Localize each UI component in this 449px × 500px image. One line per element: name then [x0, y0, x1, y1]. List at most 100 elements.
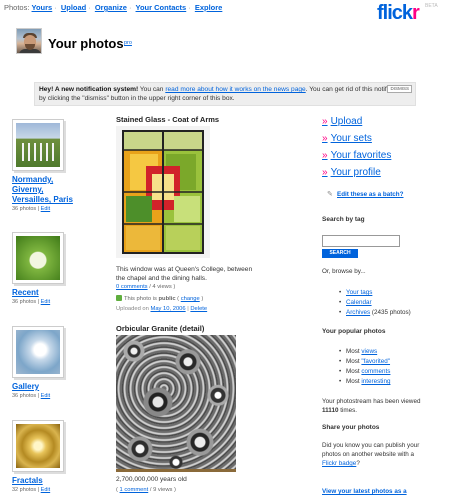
most-favorited-link[interactable]: "favorited"	[361, 358, 390, 365]
delete-link[interactable]: Delete	[190, 306, 207, 312]
browse-calendar: Calendar	[339, 299, 372, 306]
change-privacy-link[interactable]: change	[181, 296, 200, 302]
most-views-link[interactable]: views	[361, 348, 377, 355]
edit-set-link[interactable]: Edit	[41, 206, 50, 212]
edit-batch-link[interactable]: Edit these as a batch?	[337, 191, 404, 198]
set-normandy-image	[16, 123, 60, 167]
notification-heading: Hey! A new notification system!	[39, 86, 139, 93]
latest-photos-link[interactable]: View your latest photos as a	[322, 488, 407, 495]
news-page-link[interactable]: read more about how it works on the news…	[165, 86, 305, 93]
badge-row: Flickr badge?	[322, 460, 360, 467]
flickr-logo[interactable]: flickr BETA	[377, 2, 438, 25]
nav-separator: ·	[88, 3, 91, 12]
sidebar-favorites-link[interactable]: » Your favorites	[322, 150, 391, 161]
sidebar-link-label: Your favorites	[330, 150, 392, 161]
set-count: 36 photos | Edit	[12, 299, 51, 305]
set-title-line: Normandy,	[12, 175, 54, 184]
edit-batch-row: ✎ Edit these as a batch?	[327, 190, 404, 198]
popular-item: Most interesting	[339, 378, 391, 385]
nav-upload[interactable]: Upload	[61, 3, 86, 12]
most-comments-link[interactable]: comments	[361, 368, 390, 375]
photo-frame-edge	[116, 469, 236, 472]
nav-separator: ·	[188, 3, 191, 12]
public-icon	[116, 295, 122, 301]
edit-set-link[interactable]: Edit	[41, 393, 50, 399]
set-thumbnail[interactable]	[12, 232, 64, 284]
calendar-link[interactable]: Calendar	[346, 299, 372, 306]
sidebar-upload-link[interactable]: » Upload	[322, 116, 362, 127]
most-label: Most	[346, 368, 362, 375]
uploaded-label: Uploaded on	[116, 306, 151, 312]
tag-search-input[interactable]	[322, 235, 400, 247]
photo-stained-glass[interactable]	[116, 126, 210, 258]
edit-set-link[interactable]: Edit	[41, 487, 50, 493]
arrow-icon: »	[322, 116, 328, 127]
photo-title[interactable]: Stained Glass - Coat of Arms	[116, 115, 219, 124]
nav-explore[interactable]: Explore	[195, 3, 223, 12]
set-fractals-image	[16, 424, 60, 468]
photo-count: 36 photos	[12, 393, 37, 399]
most-interesting-link[interactable]: interesting	[361, 378, 390, 385]
photo-upload-info: Uploaded on May 10, 2006 | Delete	[116, 306, 208, 312]
sidebar-link-label: Upload	[330, 116, 363, 127]
set-thumbnail[interactable]	[12, 326, 64, 378]
viewed-text: Your photostream has been viewed	[322, 398, 421, 405]
flickr-badge-link[interactable]: Flickr badge	[322, 460, 356, 467]
stained-glass-image	[116, 126, 210, 258]
archives-link[interactable]: Archives	[346, 309, 370, 316]
nav-separator: ·	[54, 3, 57, 12]
set-thumbnail[interactable]	[12, 420, 64, 472]
badge-suffix: ?	[356, 460, 360, 467]
search-button[interactable]: SEARCH	[322, 249, 358, 258]
sidebar-sets-link[interactable]: » Your sets	[322, 133, 372, 144]
privacy-value: public	[158, 296, 176, 302]
tags-link[interactable]: Your tags	[346, 289, 372, 296]
photo-stats: ( 1 comment / 9 views )	[116, 487, 176, 493]
upload-date-link[interactable]: May 10, 2006	[151, 306, 186, 312]
logo-r: r	[412, 2, 420, 24]
comments-link[interactable]: 0 comments	[116, 284, 148, 290]
notification-box: Hey! A new notification system! You can …	[34, 82, 416, 106]
logo-beta: BETA	[425, 3, 438, 9]
popular-item: Most "favorited"	[339, 358, 390, 365]
photo-stats: 0 comments / 4 views )	[116, 284, 176, 290]
comments-link[interactable]: 1 comment	[120, 487, 149, 493]
photo-count: 32 photos	[12, 487, 37, 493]
set-title-gallery[interactable]: Gallery	[12, 382, 102, 392]
dismiss-button[interactable]: DISMISS	[387, 85, 412, 93]
avatar[interactable]	[16, 28, 42, 54]
search-by-tag-heading: Search by tag	[322, 216, 365, 223]
share-text-1: Did you know you can publish your	[322, 442, 420, 449]
photo-orbicular-granite[interactable]	[116, 335, 236, 469]
sidebar-profile-link[interactable]: » Your profile	[322, 167, 381, 178]
edit-set-link[interactable]: Edit	[41, 299, 50, 305]
set-title-fractals[interactable]: Fractals	[12, 476, 102, 486]
privacy-text: This photo is	[124, 296, 159, 302]
popular-photos-heading: Your popular photos	[322, 328, 386, 335]
nav-organize[interactable]: Organize	[95, 3, 127, 12]
set-title-normandy[interactable]: Normandy, Giverny, Versailles, Paris	[12, 175, 102, 205]
sidebar-link-label: Your sets	[330, 133, 372, 144]
set-normandy: Normandy, Giverny, Versailles, Paris 36 …	[12, 119, 102, 212]
nav-contacts[interactable]: Your Contacts	[136, 3, 187, 12]
browse-label: Or, browse by...	[322, 268, 366, 275]
set-count: 36 photos | Edit	[12, 393, 51, 399]
set-thumbnail[interactable]	[12, 119, 64, 171]
viewed-suffix: times.	[338, 407, 358, 414]
popular-item: Most comments	[339, 368, 391, 375]
viewed-count-row: 11110 times.	[322, 407, 357, 414]
set-count: 36 photos | Edit	[12, 206, 51, 212]
nav-yours[interactable]: Yours	[32, 3, 53, 12]
top-nav: Photos: Yours · Upload · Organize · Your Co…	[4, 3, 222, 12]
photo-count: 36 photos	[12, 299, 37, 305]
arrow-icon: »	[322, 167, 328, 178]
share-heading: Share your photos	[322, 424, 380, 431]
sidebar-link-label: Your profile	[330, 167, 381, 178]
set-title-line: Gallery	[12, 382, 40, 391]
set-recent-image	[16, 236, 60, 280]
photo-title[interactable]: Orbicular Granite (detail)	[116, 324, 204, 333]
set-title-recent[interactable]: Recent	[12, 288, 102, 298]
pro-badge[interactable]: pro	[124, 40, 132, 46]
photo-count: 36 photos	[12, 206, 37, 212]
most-label: Most	[346, 348, 362, 355]
